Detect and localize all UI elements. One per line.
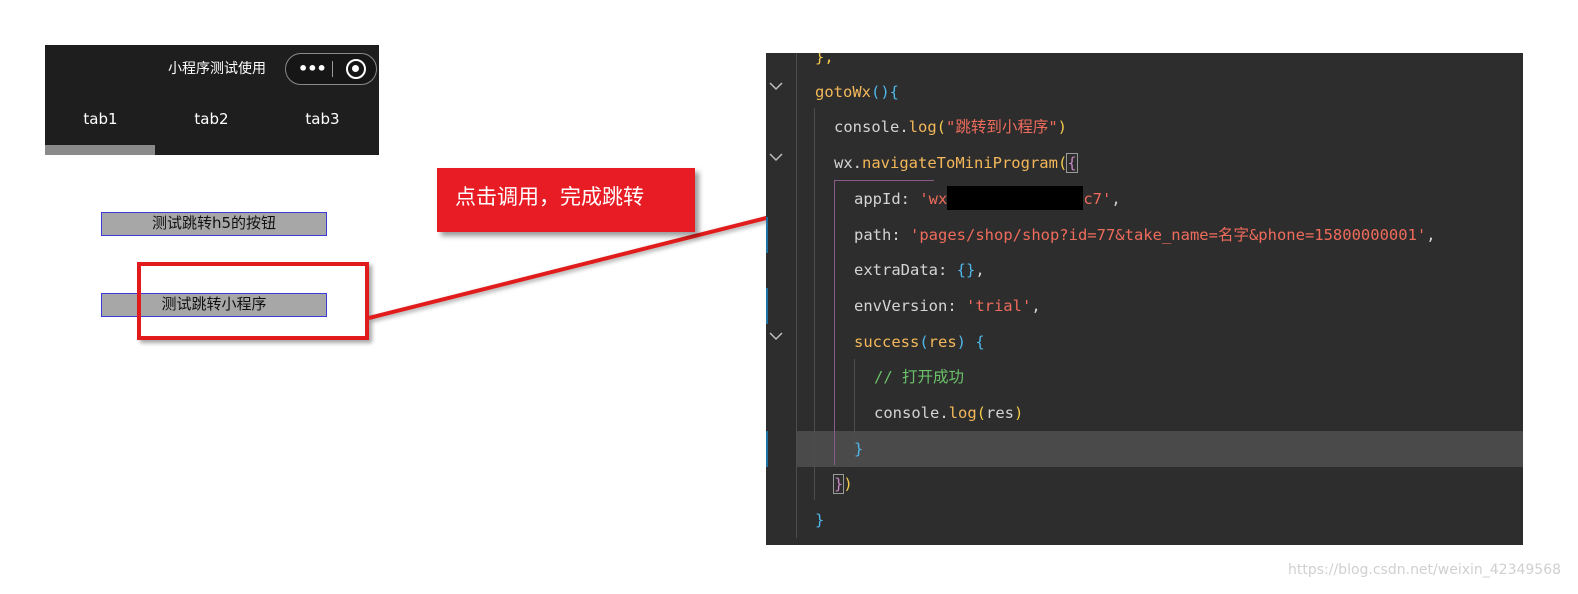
code-token: { [1066,153,1078,173]
code-line: wx.navigateToMiniProgram({ [834,145,1078,181]
code-token: }, [815,53,834,66]
code-token: extraData: [854,261,957,279]
fold-chevron-icon[interactable] [769,79,783,93]
code-token: ( [919,333,929,351]
code-line: }) [832,466,853,502]
code-token: } [815,511,825,529]
code-line: } [854,431,863,467]
code-token: wx. [834,154,862,172]
code-token: console. [834,118,909,136]
fold-chevron-icon[interactable] [769,150,783,164]
code-line: path: 'pages/shop/shop?id=77&take_name=名… [854,217,1436,253]
code-token: envVersion: [854,297,966,315]
indent-guide [814,108,815,500]
code-token: , [1426,226,1436,244]
code-token: // 打开成功 [874,368,964,386]
code-token: } [854,440,864,458]
indent-guide [796,53,797,538]
code-token: ) [1014,404,1024,422]
code-token: success [854,333,920,351]
callout-label: 点击调用，完成跳转 [437,168,695,232]
code-line: success(res) { [854,324,985,360]
code-line: console.log("跳转到小程序") [834,109,1067,145]
code-token: path: [854,226,910,244]
code-token: console. [874,404,949,422]
code-token: 'pages/shop/shop?id=77&take_name=名字&phon… [910,226,1427,244]
gutter-change-marker [766,288,768,324]
code-token: {} [956,261,976,279]
code-token: ( [976,404,986,422]
code-token: log [908,118,937,136]
code-token: appId: [854,190,920,208]
code-token: navigateToMiniProgram [862,154,1058,172]
code-token: , [1111,190,1121,208]
code-line: }, [815,53,834,75]
code-token: ( [936,118,946,136]
code-line: // 打开成功 [874,359,964,395]
fold-chevron-icon[interactable] [769,329,783,343]
code-line: envVersion: 'trial', [854,288,1041,324]
code-line: extraData: {}, [854,252,985,288]
code-line: console.log(res) [874,395,1023,431]
code-line: gotoWx(){ [815,74,899,110]
code-token: , [1031,297,1041,315]
code-token: log [948,404,977,422]
code-token: , [975,261,985,279]
code-token: ( [1057,154,1068,172]
redaction-bar [947,186,1084,210]
code-token: res [986,404,1014,422]
code-token: (){ [871,83,899,101]
current-line-highlight [796,431,1523,467]
code-token: ) [843,475,853,493]
watermark: https://blog.csdn.net/weixin_42349568 [1288,562,1562,578]
code-token: } [832,474,845,494]
gutter-change-marker [766,431,768,467]
code-token: 'trial' [965,297,1032,315]
indent-guide [834,180,835,465]
code-token: ) { [956,333,985,351]
gutter-change-marker [766,217,768,253]
code-line: } [815,502,824,538]
code-line: appId: 'wx c7', [854,181,1121,217]
code-token: 'wx [919,190,948,208]
code-token: c7' [1083,190,1112,208]
code-token: "跳转到小程序" [946,118,1058,136]
code-token: res [928,333,957,351]
code-token: gotoWx [815,83,871,101]
code-token: ) [1057,118,1068,136]
code-editor[interactable]: }, gotoWx(){ console.log("跳转到小程序") wx.na… [766,53,1523,545]
